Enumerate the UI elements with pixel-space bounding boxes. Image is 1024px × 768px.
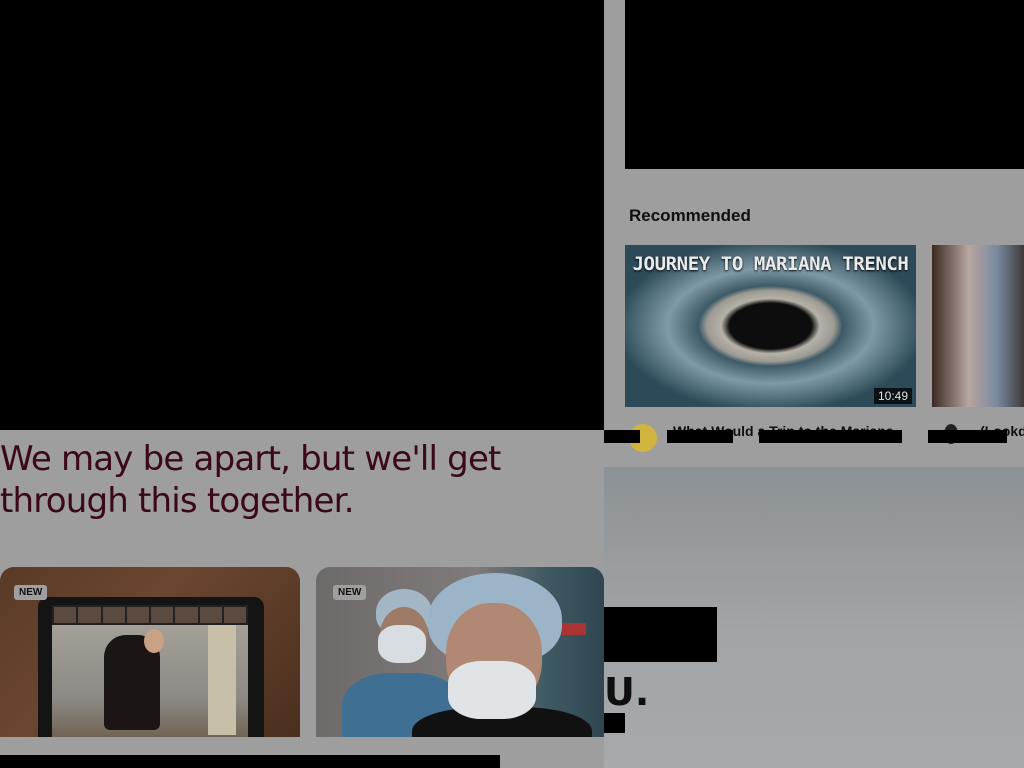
video-player[interactable] [625,0,1024,169]
recommended-meta-row: What Would a Trip to the Mariana (Lookd [604,418,1024,467]
redacted-bar [0,755,500,768]
recommended-heading: Recommended [629,206,751,225]
redacted-block [759,430,902,443]
redacted-block [604,607,717,662]
new-badge: NEW [14,585,48,600]
story-card-healthcare-workers[interactable]: NEW [316,567,604,737]
redacted-block [604,430,640,443]
thumbnail-caption: JOURNEY TO MARIANA TRENCH [632,253,909,275]
new-badge: NEW [333,585,367,600]
video-sidebar: Recommended JOURNEY TO MARIANA TRENCH 10… [604,0,1024,467]
tablet-image [38,597,264,737]
headline: We may be apart, but we'll get through t… [0,439,501,521]
story-card-video-call[interactable]: NEW [0,567,300,737]
video-area-left [0,0,604,430]
content-panel: We may be apart, but we'll get through t… [0,430,604,768]
redacted-block [604,713,625,733]
sky-banner: U. [604,467,1024,768]
redacted-block [667,430,733,443]
redacted-block [928,430,1007,443]
recommended-video-thumbnail[interactable] [932,245,1024,407]
recommended-video-thumbnail[interactable]: JOURNEY TO MARIANA TRENCH 10:49 [625,245,916,407]
banner-text-fragment: U. [604,670,650,714]
video-duration: 10:49 [873,388,912,404]
